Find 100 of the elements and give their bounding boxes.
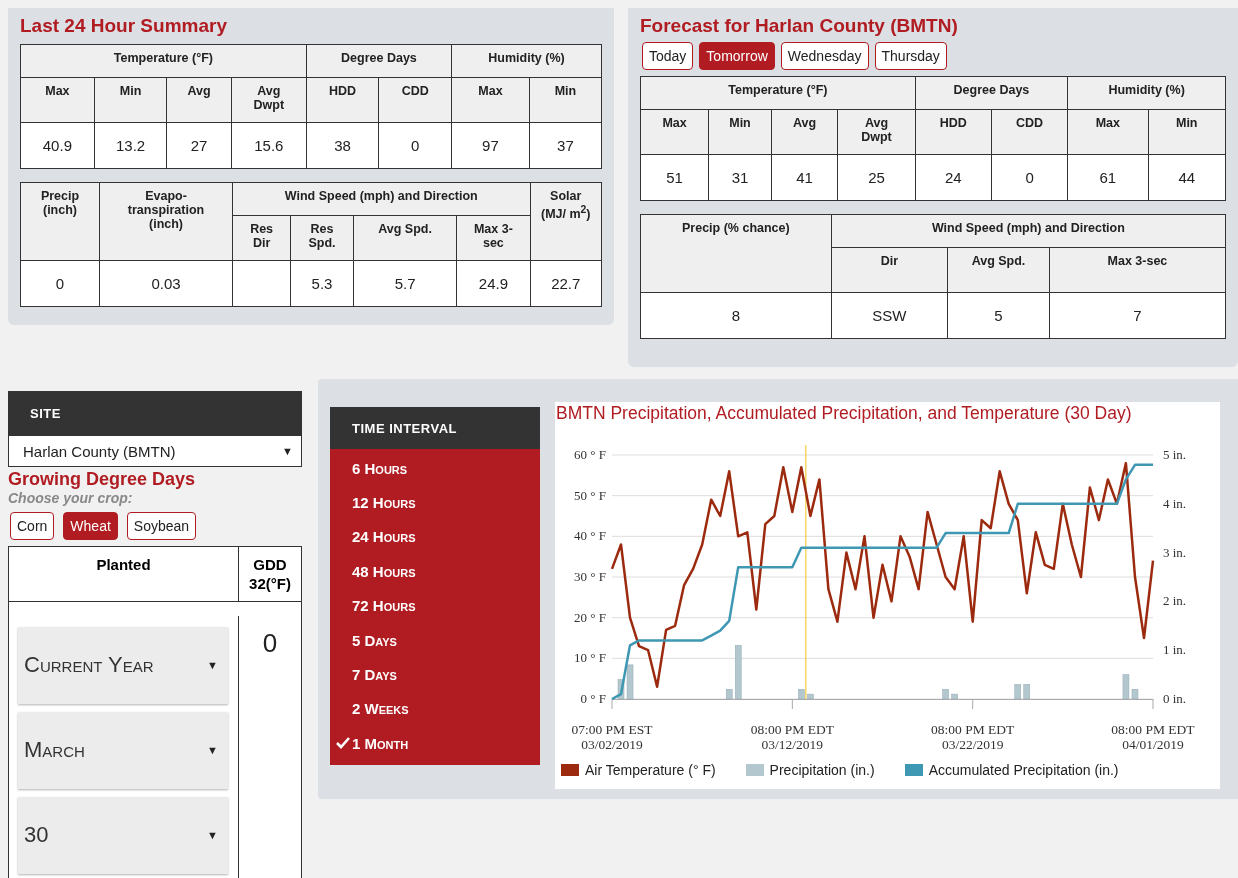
day-tab[interactable]: Tomorrow	[699, 42, 775, 70]
interval-item[interactable]: 5 Days	[330, 622, 540, 658]
table-cell: 8	[640, 292, 832, 339]
table-cell: 15.6	[231, 122, 307, 169]
section-subtitle: Choose your crop:	[8, 490, 134, 506]
precipitation-bar	[942, 689, 949, 700]
column-header: Max 3-sec	[456, 215, 530, 261]
precipitation-bar	[951, 693, 958, 700]
site-select[interactable]: Harlan County (BMTN) ▼	[8, 435, 302, 467]
interval-item[interactable]: 12 Hours	[330, 485, 540, 520]
site-header: SITE	[8, 391, 302, 435]
axis-label: 08:00 PM EDT 03/22/2019	[930, 722, 1016, 752]
column-header: Precip (inch)	[20, 182, 100, 261]
interval-item[interactable]: 1 Month	[330, 726, 540, 761]
table-cell: 97	[451, 122, 530, 169]
column-header: Max	[451, 77, 530, 123]
interval-label: 6 Hours	[352, 459, 408, 477]
crop-button[interactable]: Corn	[10, 512, 55, 540]
table-cell: 13.2	[94, 122, 167, 169]
legend-label: Air Temperature (° F)	[585, 762, 716, 778]
column-header: CDD	[378, 77, 452, 123]
day-tab[interactable]: Wednesday	[780, 42, 869, 70]
planted-select[interactable]: 30 ▼	[18, 796, 228, 874]
precipitation-bar	[725, 689, 733, 700]
table-cell: 40.9	[20, 122, 95, 169]
table-cell: 0.03	[99, 260, 233, 307]
table-cell: 51	[640, 154, 709, 201]
interval-label: 72 Hours	[352, 597, 416, 615]
axis-label: 1 in.	[1163, 642, 1187, 658]
column-header: Solar (MJ/ m$^{2}$)	[530, 182, 602, 261]
interval-label: 2 Weeks	[352, 700, 409, 718]
interval-item[interactable]: 7 Days	[330, 657, 540, 692]
panel-title: Forecast for Harlan County (BMTN)	[640, 14, 959, 38]
table-cell: 27	[166, 122, 232, 169]
interval-label: 12 Hours	[352, 494, 416, 512]
table-cell: 22.7	[530, 260, 602, 307]
table-cell: SSW	[831, 292, 948, 339]
table-cell: 24.9	[456, 260, 530, 307]
interval-item[interactable]: 6 Hours	[330, 451, 540, 486]
interval-label: 1 Month	[352, 734, 409, 752]
axis-label: 30 ° F	[574, 569, 606, 584]
legend-label: Accumulated Precipitation (in.)	[928, 762, 1119, 778]
caret-icon: ▼	[207, 659, 218, 671]
precipitation-bar	[1014, 684, 1021, 700]
column-header: Wind Speed (mph) and Direction	[232, 182, 530, 216]
crop-button[interactable]: Wheat	[63, 512, 118, 540]
gdd-value: 0	[261, 626, 279, 660]
table-cell: 0	[991, 154, 1068, 201]
table-cell: 61	[1067, 154, 1148, 201]
table-cell: 5.3	[290, 260, 354, 307]
column-header: Avg	[771, 109, 838, 155]
axis-label: 08:00 PM EDT 03/12/2019	[749, 722, 835, 752]
table-cell: 0	[20, 260, 100, 307]
table-cell: 31	[708, 154, 772, 201]
column-header: CDD	[991, 109, 1068, 155]
table-cell: 7	[1049, 292, 1226, 339]
day-tab[interactable]: Today	[642, 42, 694, 70]
column-header: Degree Days	[306, 44, 452, 78]
axis-label: 50 ° F	[574, 487, 606, 503]
interval-item[interactable]: 2 Weeks	[330, 691, 540, 727]
column-header: Temperature (°F)	[20, 44, 307, 78]
column-header: Max	[20, 77, 95, 123]
column-header: Humidity (%)	[451, 44, 602, 78]
planted-select[interactable]: March ▼	[18, 711, 228, 789]
interval-item[interactable]: 24 Hours	[330, 519, 540, 555]
column-header: Avg Dwpt	[231, 77, 307, 123]
column-header: Avg Spd.	[353, 215, 457, 261]
column-header: Planted	[9, 547, 239, 602]
interval-item[interactable]: 72 Hours	[330, 588, 540, 623]
axis-label: 4 in.	[1163, 495, 1187, 511]
column-header: Humidity (%)	[1067, 76, 1226, 110]
column-header: Min	[708, 109, 772, 155]
precipitation-bar	[735, 645, 742, 700]
interval-item[interactable]: 48 Hours	[330, 554, 540, 589]
column-header: GDD 32(°F)	[239, 547, 301, 602]
crop-button[interactable]: Soybean	[126, 512, 197, 540]
chart-title: BMTN Precipitation, Accumulated Precipitation, and Temperature (30 Day)	[555, 402, 1133, 425]
section-title: Growing Degree Days	[8, 469, 197, 490]
column-header: Precip (% chance)	[640, 214, 832, 293]
column-header: Res Dir	[232, 215, 291, 261]
planted-select[interactable]: Current Year ▼	[18, 626, 228, 704]
caret-icon: ▼	[207, 829, 218, 841]
interval-label: 7 Days	[352, 666, 397, 684]
axis-label: 08:00 PM EDT 04/01/2019	[1110, 722, 1196, 752]
axis-label: 07:00 PM EST 03/02/2019	[570, 722, 654, 752]
table-cell: 5.7	[353, 260, 457, 307]
table-cell: 25	[837, 154, 916, 201]
axis-label: 10 ° F	[574, 650, 606, 666]
axis-label: 5 in.	[1163, 447, 1187, 462]
caret-icon: ▼	[207, 744, 218, 756]
column-header: Min	[529, 77, 602, 123]
legend-label: Precipitation (in.)	[769, 762, 875, 778]
column-header: Max	[1067, 109, 1148, 155]
column-header: Temperature (°F)	[640, 76, 916, 110]
table-cell: 41	[771, 154, 838, 201]
day-tab[interactable]: Thursday	[874, 42, 947, 70]
axis-label: 40 ° F	[574, 528, 606, 544]
column-header: Dir	[831, 247, 948, 293]
precipitation-bar	[807, 693, 814, 700]
column-header: Evapo-transpiration (inch)	[99, 182, 233, 261]
